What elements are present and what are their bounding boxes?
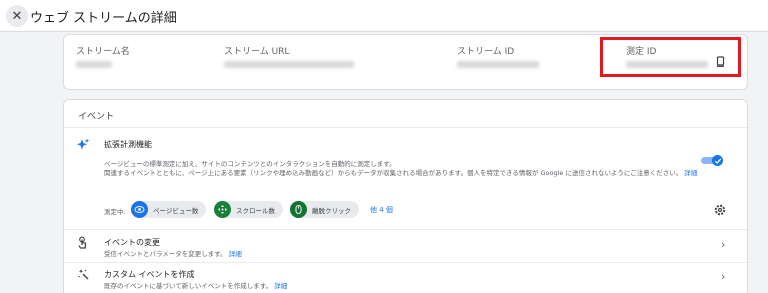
chip-outbound-clicks: 離脱クリック xyxy=(290,201,359,218)
chip-page-views-label: ページビュー数 xyxy=(153,206,199,215)
chip-scrolls: スクロール数 xyxy=(214,201,283,218)
enhanced-measurement-toggle[interactable] xyxy=(701,155,723,167)
events-card: イベント xyxy=(63,99,748,293)
gear-icon[interactable] xyxy=(714,204,726,216)
enhanced-measurement-desc-2: 関連するイベントとともに、ページ上にある要素（リンクや埋め込み動画など）からもデ… xyxy=(104,167,697,177)
enhanced-measurement-desc-2-text: 関連するイベントとともに、ページ上にある要素（リンクや埋め込み動画など）からもデ… xyxy=(104,169,683,177)
mouse-icon xyxy=(290,201,307,218)
events-header: イベント xyxy=(64,100,747,128)
chip-outbound-clicks-label: 離脱クリック xyxy=(312,206,351,215)
divider-2 xyxy=(64,262,747,263)
measuring-label: 測定中: xyxy=(104,208,126,216)
modify-events-title[interactable]: イベントの変更 xyxy=(104,237,160,248)
eye-icon xyxy=(131,201,148,218)
sparkle-icon xyxy=(77,138,90,150)
modify-events-desc-text: 受信イベントとパラメータを変更します。 xyxy=(104,250,227,258)
stream-url-value xyxy=(224,61,354,68)
divider-1 xyxy=(64,229,747,230)
create-event-detail-link[interactable]: 詳細 xyxy=(274,282,287,290)
top-bar: ✕ ウェブ ストリームの詳細 xyxy=(0,0,768,32)
chevron-right-icon[interactable]: › xyxy=(721,270,725,283)
create-event-title[interactable]: カスタム イベントを作成 xyxy=(104,269,195,280)
move-icon xyxy=(214,201,231,218)
stream-id-label: ストリーム ID xyxy=(457,47,515,57)
chip-scrolls-label: スクロール数 xyxy=(236,206,275,215)
enhanced-detail-link[interactable]: 詳細 xyxy=(684,169,697,177)
stream-name-label: ストリーム名 xyxy=(76,47,130,57)
page-title: ウェブ ストリームの詳細 xyxy=(30,11,177,26)
create-event-desc: 既存のイベントに基づいて新しいイベントを作成します。 詳細 xyxy=(104,280,287,290)
chip-page-views: ページビュー数 xyxy=(131,201,207,218)
modify-events-detail-link[interactable]: 詳細 xyxy=(229,250,242,258)
events-title: イベント xyxy=(78,112,115,122)
touch-icon xyxy=(78,236,87,249)
create-event-desc-text: 既存のイベントに基づいて新しいイベントを作成します。 xyxy=(104,282,273,290)
stream-url-label: ストリーム URL xyxy=(224,47,290,57)
stream-name-value xyxy=(76,61,112,68)
modify-events-desc: 受信イベントとパラメータを変更します。 詳細 xyxy=(104,248,242,258)
check-icon xyxy=(714,157,721,164)
enhanced-measurement-title: 拡張計測機能 xyxy=(104,140,152,149)
toggle-knob xyxy=(712,155,723,166)
measurement-id-highlight xyxy=(600,37,741,77)
more-events-link[interactable]: 他 4 個 xyxy=(370,205,393,215)
chevron-right-icon[interactable]: › xyxy=(721,238,725,251)
magic-icon xyxy=(78,269,89,280)
stream-id-value xyxy=(457,61,539,68)
close-icon[interactable]: ✕ xyxy=(6,5,28,27)
